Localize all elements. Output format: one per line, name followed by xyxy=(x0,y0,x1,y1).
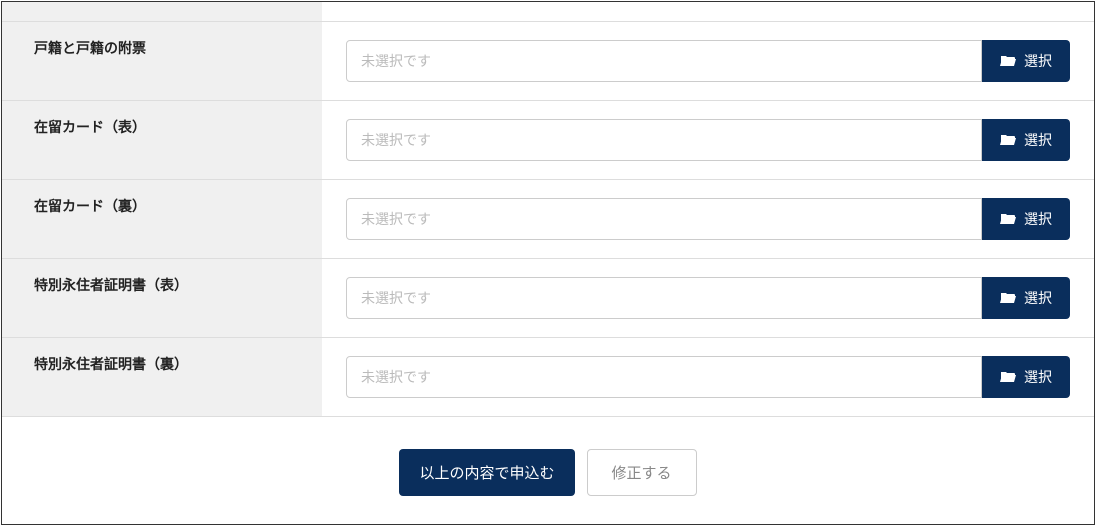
file-upload-row: 特別永住者証明書（裏） 未選択です 選択 xyxy=(2,338,1094,417)
file-display[interactable]: 未選択です xyxy=(346,356,982,398)
field-input-cell: 未選択です 選択 xyxy=(322,180,1094,258)
select-button-label: 選択 xyxy=(1024,130,1052,150)
file-upload-row: 戸籍と戸籍の附票 未選択です 選択 xyxy=(2,22,1094,101)
action-button-row: 以上の内容で申込む 修正する xyxy=(2,417,1094,524)
file-input-group: 未選択です 選択 xyxy=(346,356,1070,398)
field-label-partial xyxy=(2,2,322,21)
field-label: 特別永住者証明書（裏） xyxy=(2,338,322,416)
select-file-button[interactable]: 選択 xyxy=(982,277,1070,319)
file-display[interactable]: 未選択です xyxy=(346,119,982,161)
file-input-group: 未選択です 選択 xyxy=(346,198,1070,240)
file-upload-row: 在留カード（裏） 未選択です 選択 xyxy=(2,180,1094,259)
revise-button[interactable]: 修正する xyxy=(587,449,697,496)
file-display[interactable]: 未選択です xyxy=(346,277,982,319)
file-input-group: 未選択です 選択 xyxy=(346,119,1070,161)
field-input-partial xyxy=(322,2,1094,21)
field-label: 戸籍と戸籍の附票 xyxy=(2,22,322,100)
file-input-group: 未選択です 選択 xyxy=(346,40,1070,82)
folder-open-icon xyxy=(1000,133,1016,147)
folder-open-icon xyxy=(1000,212,1016,226)
field-input-cell: 未選択です 選択 xyxy=(322,22,1094,100)
file-upload-row: 特別永住者証明書（表） 未選択です 選択 xyxy=(2,259,1094,338)
select-button-label: 選択 xyxy=(1024,209,1052,229)
submit-button[interactable]: 以上の内容で申込む xyxy=(399,449,574,496)
folder-open-icon xyxy=(1000,291,1016,305)
folder-open-icon xyxy=(1000,370,1016,384)
field-input-cell: 未選択です 選択 xyxy=(322,101,1094,179)
select-button-label: 選択 xyxy=(1024,51,1052,71)
select-button-label: 選択 xyxy=(1024,367,1052,387)
field-label: 在留カード（裏） xyxy=(2,180,322,258)
file-upload-row: 在留カード（表） 未選択です 選択 xyxy=(2,101,1094,180)
field-label: 在留カード（表） xyxy=(2,101,322,179)
field-label: 特別永住者証明書（表） xyxy=(2,259,322,337)
field-input-cell: 未選択です 選択 xyxy=(322,338,1094,416)
select-file-button[interactable]: 選択 xyxy=(982,356,1070,398)
select-file-button[interactable]: 選択 xyxy=(982,119,1070,161)
select-file-button[interactable]: 選択 xyxy=(982,40,1070,82)
form-container: 戸籍と戸籍の附票 未選択です 選択 在留カード（表） 未選択です xyxy=(1,1,1095,525)
folder-open-icon xyxy=(1000,54,1016,68)
file-display[interactable]: 未選択です xyxy=(346,198,982,240)
field-input-cell: 未選択です 選択 xyxy=(322,259,1094,337)
select-button-label: 選択 xyxy=(1024,288,1052,308)
file-upload-row-partial xyxy=(2,2,1094,22)
file-input-group: 未選択です 選択 xyxy=(346,277,1070,319)
file-display[interactable]: 未選択です xyxy=(346,40,982,82)
select-file-button[interactable]: 選択 xyxy=(982,198,1070,240)
